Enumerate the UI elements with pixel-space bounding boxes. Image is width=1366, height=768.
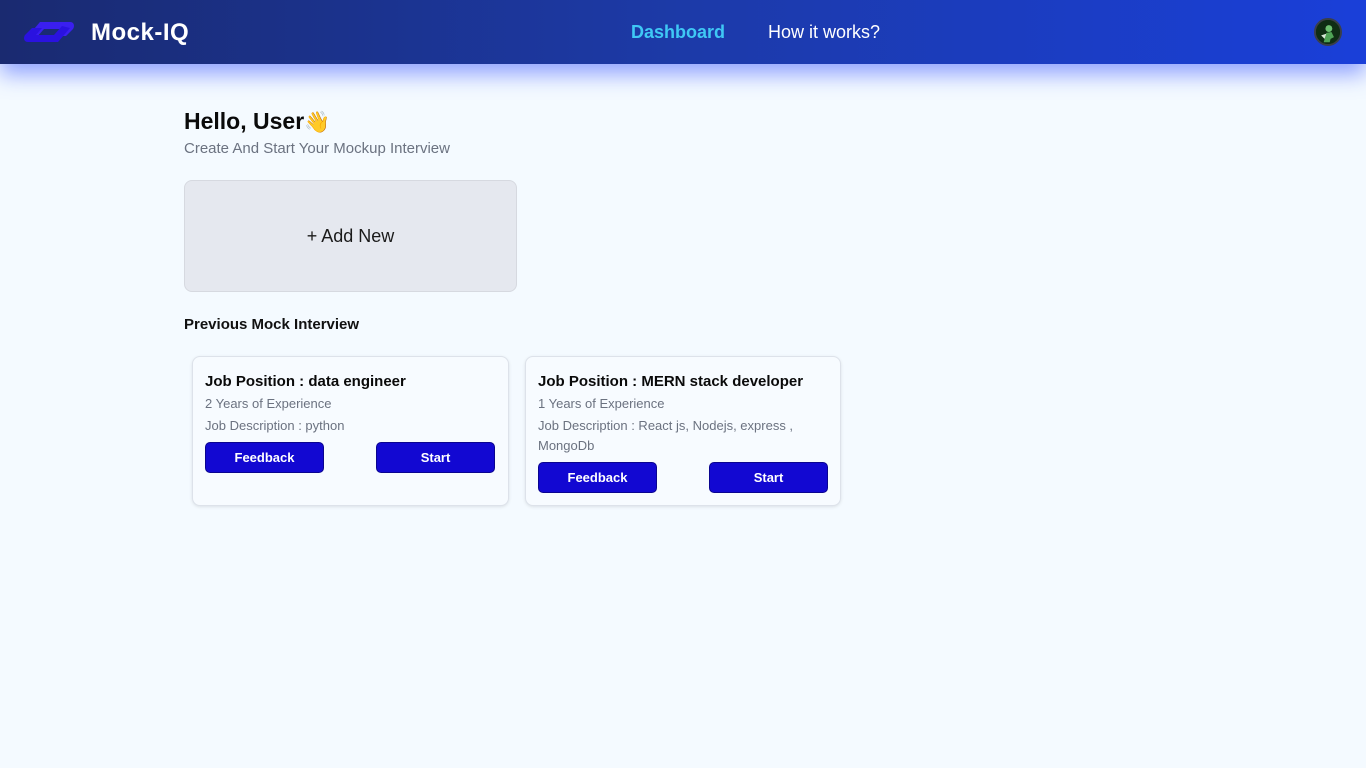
start-button[interactable]: Start bbox=[376, 442, 495, 473]
feedback-button[interactable]: Feedback bbox=[538, 462, 657, 493]
job-experience: 1 Years of Experience bbox=[538, 396, 665, 411]
nav-dashboard[interactable]: Dashboard bbox=[631, 22, 725, 43]
brand-logo-icon[interactable] bbox=[22, 16, 76, 48]
previous-interviews-title: Previous Mock Interview bbox=[184, 316, 360, 333]
add-new-interview-card[interactable]: + Add New bbox=[184, 180, 517, 292]
nav-how-it-works[interactable]: How it works? bbox=[768, 22, 880, 43]
waving-hand-icon: 👋 bbox=[304, 111, 331, 134]
greeting-heading: Hello, User👋 bbox=[184, 108, 330, 135]
interview-card: Job Position : MERN stack developer 1 Ye… bbox=[525, 356, 841, 506]
interview-card: Job Position : data engineer 2 Years of … bbox=[192, 356, 509, 506]
add-new-label: + Add New bbox=[306, 225, 395, 246]
greeting-text: Hello, User bbox=[184, 108, 305, 134]
job-description: Job Description : python bbox=[205, 418, 345, 433]
feedback-button[interactable]: Feedback bbox=[205, 442, 324, 473]
job-position: Job Position : data engineer bbox=[205, 373, 406, 390]
job-experience: 2 Years of Experience bbox=[205, 396, 332, 411]
job-position: Job Position : MERN stack developer bbox=[538, 373, 804, 390]
top-navbar: Mock-IQ Dashboard How it works? bbox=[0, 0, 1366, 64]
user-avatar[interactable] bbox=[1314, 18, 1342, 46]
brand-name[interactable]: Mock-IQ bbox=[91, 19, 189, 47]
page-subtitle: Create And Start Your Mockup Interview bbox=[184, 140, 450, 157]
job-description: Job Description : React js, Nodejs, expr… bbox=[538, 418, 794, 453]
start-button[interactable]: Start bbox=[709, 462, 828, 493]
